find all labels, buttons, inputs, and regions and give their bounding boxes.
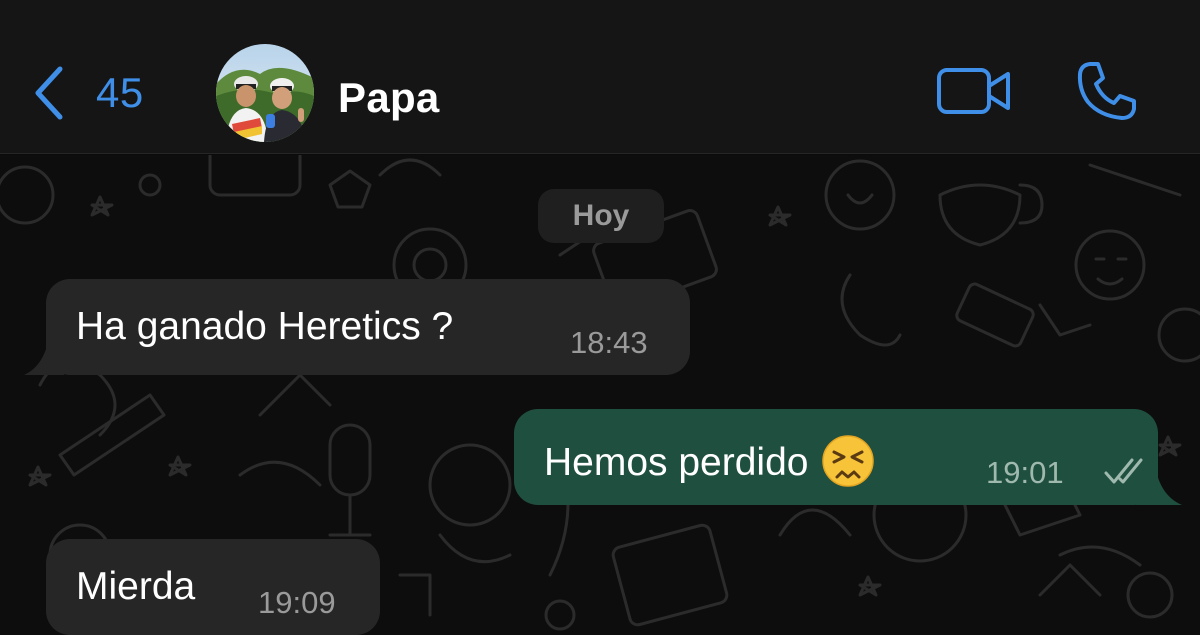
chat-screen: 45 Papa Hoy Ha ganado Heretics ? 18:43 H… bbox=[0, 0, 1200, 635]
chevron-left-icon bbox=[35, 66, 63, 120]
contact-name[interactable]: Papa bbox=[338, 74, 440, 122]
avatar-photo bbox=[216, 44, 314, 142]
message-text: Mierda bbox=[76, 565, 196, 608]
chat-header: 45 Papa bbox=[0, 0, 1200, 154]
message-bubble-incoming[interactable]: Mierda 19:09 bbox=[46, 539, 380, 635]
video-camera-icon bbox=[937, 68, 1010, 114]
video-call-button[interactable] bbox=[936, 64, 1012, 118]
message-timestamp: 19:01 bbox=[986, 455, 1064, 490]
avatar[interactable] bbox=[216, 44, 314, 142]
message-bubble-incoming[interactable]: Ha ganado Heretics ? 18:43 bbox=[46, 279, 690, 375]
phone-icon bbox=[1077, 62, 1136, 120]
message-text: Hemos perdido bbox=[544, 441, 809, 484]
message-list[interactable]: Hoy Ha ganado Heretics ? 18:43 Hemos per… bbox=[0, 155, 1200, 635]
voice-call-button[interactable] bbox=[1076, 60, 1138, 122]
message-bubble-outgoing[interactable]: Hemos perdido 19:01 bbox=[514, 409, 1158, 505]
message-timestamp: 18:43 bbox=[570, 325, 648, 360]
message-text-row: Hemos perdido bbox=[544, 435, 875, 487]
persevering-face-emoji bbox=[822, 435, 875, 487]
date-separator: Hoy bbox=[538, 189, 664, 243]
unread-count: 45 bbox=[96, 69, 144, 116]
double-check-icon bbox=[1104, 458, 1143, 484]
message-text: Ha ganado Heretics ? bbox=[76, 305, 454, 348]
message-timestamp: 19:09 bbox=[258, 585, 336, 620]
back-button[interactable]: 45 bbox=[30, 60, 170, 126]
